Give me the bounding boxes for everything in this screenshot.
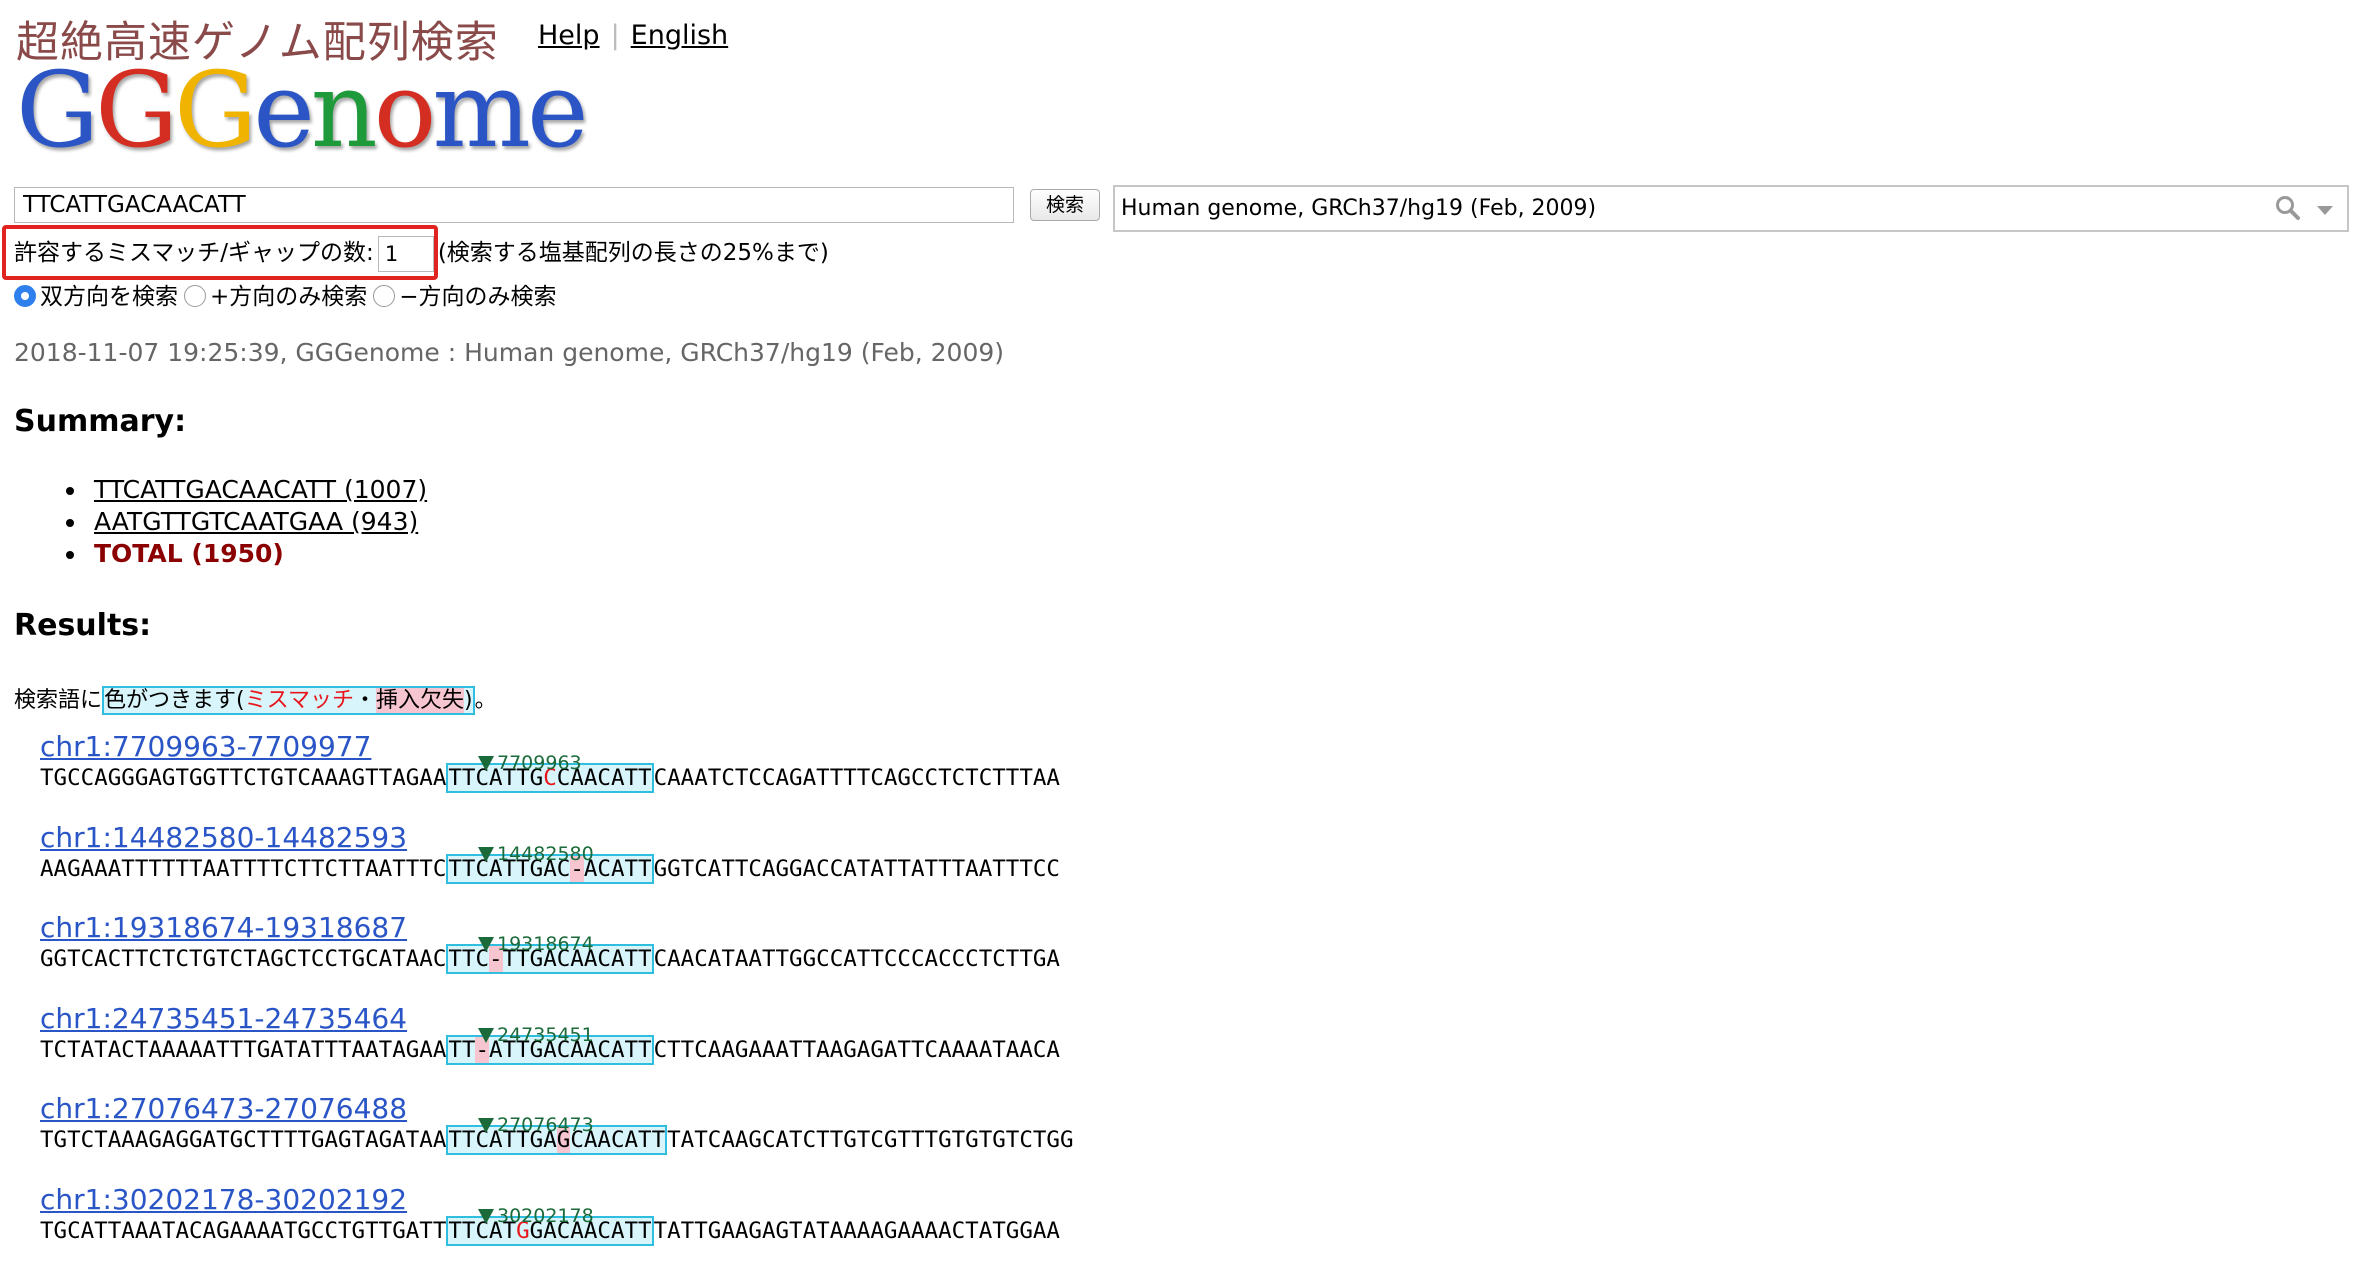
sequence-right: CTTCAAGAAATTAAGAGATTCAAAATAACA [653, 1036, 1060, 1063]
hit-position-marker: 7709963 [478, 752, 582, 774]
hit-position-marker: 19318674 [478, 933, 594, 955]
chevron-down-icon[interactable] [2317, 206, 2333, 215]
legend-mismatch: ミスマッチ [244, 688, 354, 713]
legend-hit-box: 色がつきます(ミスマッチ・挿入欠失) [102, 686, 475, 715]
summary-link[interactable]: TTCATTGACAACATT (1007) [94, 475, 427, 504]
logo-letter: G [95, 49, 178, 171]
hit-segment: ACATT [583, 855, 652, 882]
sequence-right: TATCAAGCATCTTGTCGTTTGTGTGTCTGG [667, 1127, 1074, 1153]
logo-letter: G [174, 49, 257, 171]
logo-letter: o [373, 49, 437, 171]
result-item: chr1:30202178-30202192 30202178 TGCATTAAAT… [40, 1183, 1060, 1246]
hit-position-label: 30202178 [497, 1204, 594, 1227]
logo-letter: e [253, 49, 315, 171]
result-item: chr1:7709963-7709977 7709963 TGCCAGGGAGTGG… [40, 730, 1060, 793]
sequence-left: TGCATTAAATACAGAAAATGCCTGTTGATT [40, 1217, 447, 1244]
summary-total: TOTAL (1950) [62, 538, 427, 570]
hit-position-marker: 30202178 [478, 1205, 594, 1227]
triangle-down-icon [478, 1118, 494, 1133]
summary-heading: Summary: [14, 404, 187, 439]
result-item: chr1:27076473-27076488 27076473 TGTCTAAAGA… [40, 1092, 1074, 1155]
sequence-right: CAAATCTCCAGATTTTCAGCCTCTCTTTAA [653, 765, 1060, 791]
hit-position-label: 27076473 [497, 1114, 594, 1136]
results-legend: 検索語に色がつきます(ミスマッチ・挿入欠失)。 [14, 682, 497, 715]
sequence-left: AAGAAATTTTTTAATTTTCTTCTTAATTTC [40, 855, 447, 882]
logo-letter: n [310, 49, 378, 171]
sequence-left: TGCCAGGGAGTGGTTCTGTCAAAGTTAGAA [40, 765, 447, 791]
sequence-left: GGTCACTTCTCTGTCTAGCTCCTGCATAAC [40, 946, 447, 972]
hit-position-marker: 24735451 [478, 1024, 594, 1046]
strand-label: +方向のみ検索 [210, 284, 368, 310]
strand-option[interactable]: −方向のみ検索 [373, 284, 557, 310]
search-icon [2276, 196, 2300, 220]
strand-label: 双方向を検索 [40, 284, 178, 310]
legend-box-close: ) [463, 688, 473, 713]
hit-position-label: 19318674 [497, 933, 594, 955]
legend-prefix: 検索語に [14, 688, 103, 713]
hit-position-marker: 27076473 [478, 1114, 594, 1136]
strand-radio[interactable] [373, 285, 396, 307]
link-separator: | [610, 20, 620, 51]
sequence-right: GGTCATTCAGGACCATATTATTTAATTTCC [653, 855, 1060, 882]
triangle-down-icon [478, 846, 494, 862]
strand-option[interactable]: +方向のみ検索 [184, 284, 367, 310]
triangle-down-icon [478, 756, 494, 771]
result-item: chr1:24735451-24735464 24735451 TCTATACTAA… [40, 1002, 1060, 1065]
mismatch-note: (検索する塩基配列の長さの25%まで) [437, 240, 829, 266]
summary-total-label: TOTAL (1950) [94, 539, 284, 568]
logo-letter: e [527, 49, 589, 171]
hit-position-label: 7709963 [497, 752, 582, 774]
english-link[interactable]: English [631, 20, 729, 51]
database-select-value: Human genome, GRCh37/hg19 (Feb, 2009) [1121, 196, 1597, 221]
help-link[interactable]: Help [538, 20, 600, 51]
triangle-down-icon [478, 937, 494, 952]
hit-segment: TT [448, 1036, 476, 1063]
legend-suffix: 。 [474, 688, 497, 713]
legend-dot: ・ [353, 688, 376, 713]
gggenome-logo[interactable]: GGGenome [16, 49, 589, 171]
strand-options: 双方向を検索 +方向のみ検索 −方向のみ検索 [14, 277, 563, 311]
sequence-right: CAACATAATTGGCCATTCCCACCCTCTTGA [653, 946, 1060, 972]
logo-letter: G [16, 49, 99, 171]
highlight-annotation-box [2, 225, 438, 280]
results-heading: Results: [14, 608, 152, 643]
hit-position-marker: 14482580 [478, 843, 594, 865]
legend-indel: 挿入欠失 [375, 688, 464, 713]
top-links: Help | English [538, 20, 728, 51]
query-input[interactable] [14, 187, 1014, 223]
summary-item: AATGTTGTCAATGAA (943) [62, 506, 427, 538]
hit-position-label: 14482580 [497, 842, 594, 865]
strand-label: −方向のみ検索 [399, 284, 557, 310]
search-status-line: 2018-11-07 19:25:39, GGGenome : Human ge… [14, 338, 1005, 367]
sequence-left: TGTCTAAAGAGGATGCTTTTGAGTAGATAA [40, 1127, 447, 1153]
summary-item: TTCATTGACAACATT (1007) [62, 474, 427, 506]
result-item: chr1:19318674-19318687 19318674 GGTCACTTCT… [40, 911, 1060, 974]
summary-list: TTCATTGACAACATT (1007) AATGTTGTCAATGAA (9… [62, 474, 427, 570]
sequence-right: TATTGAAGAGTATAAAAGAAAACTATGGAA [653, 1217, 1060, 1244]
legend-box-open: 色がつきます( [104, 688, 245, 713]
database-select[interactable]: Human genome, GRCh37/hg19 (Feb, 2009) [1113, 185, 2349, 232]
triangle-down-icon [478, 1027, 494, 1043]
hit-position-label: 24735451 [497, 1023, 594, 1046]
triangle-down-icon [478, 1208, 494, 1224]
strand-radio[interactable] [184, 285, 206, 307]
search-button[interactable]: 検索 [1030, 189, 1100, 221]
result-item: chr1:14482580-14482593 14482580 AAGAAATTTT… [40, 821, 1060, 884]
strand-radio[interactable] [14, 285, 36, 307]
strand-option[interactable]: 双方向を検索 [14, 284, 178, 310]
sequence-left: TCTATACTAAAAATTTGATATTTAATAGAA [40, 1036, 447, 1063]
logo-letter: m [432, 49, 531, 171]
summary-link[interactable]: AATGTTGTCAATGAA (943) [94, 507, 418, 536]
